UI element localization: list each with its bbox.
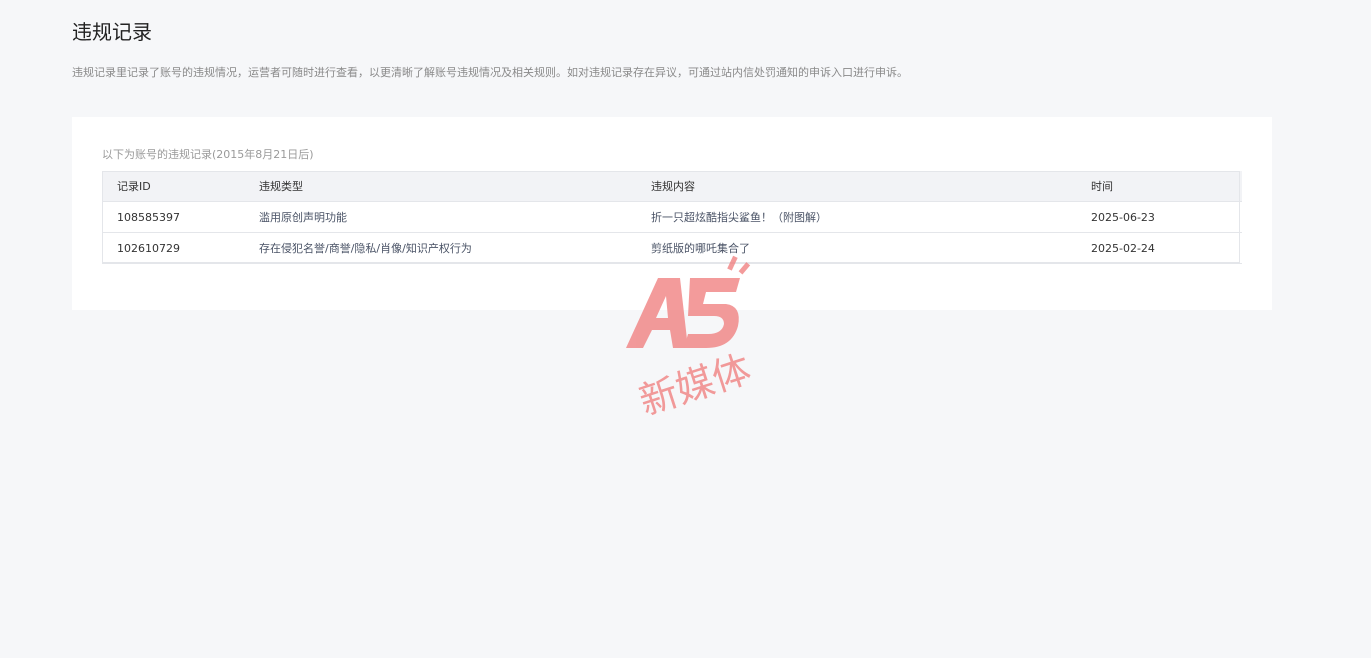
column-header-record-id: 记录ID [102, 171, 244, 202]
violation-type: 存在侵犯名誉/商誉/隐私/肖像/知识产权行为 [244, 232, 636, 264]
record-time: 2025-02-24 [1076, 232, 1242, 264]
record-time: 2025-06-23 [1076, 201, 1242, 233]
watermark-text: 新媒体 [634, 347, 756, 418]
column-header-violation-type: 违规类型 [244, 171, 636, 202]
violation-content-link[interactable]: 折一只超炫酷指尖鲨鱼！（附图解） [636, 201, 1076, 233]
column-header-violation-content: 违规内容 [636, 171, 1076, 202]
table-row: 108585397 滥用原创声明功能 折一只超炫酷指尖鲨鱼！（附图解） 2025… [102, 201, 1242, 233]
page-description: 违规记录里记录了账号的违规情况，运营者可随时进行查看，以更清晰了解账号违规情况及… [72, 66, 908, 79]
records-table: 记录ID 违规类型 违规内容 时间 108585397 滥用原创声明功能 折一只… [102, 171, 1242, 264]
table-header-row: 记录ID 违规类型 违规内容 时间 [102, 171, 1242, 202]
violation-records-page: 违规记录 违规记录里记录了账号的违规情况，运营者可随时进行查看，以更清晰了解账号… [0, 0, 1371, 658]
records-card: 以下为账号的违规记录(2015年8月21日后) 记录ID 违规类型 违规内容 时… [72, 117, 1272, 310]
record-id: 108585397 [102, 201, 244, 233]
record-id: 102610729 [102, 232, 244, 264]
page-title: 违规记录 [72, 20, 152, 44]
records-caption: 以下为账号的违规记录(2015年8月21日后) [102, 148, 314, 161]
violation-type: 滥用原创声明功能 [244, 201, 636, 233]
table-row: 102610729 存在侵犯名誉/商誉/隐私/肖像/知识产权行为 剪纸版的哪吒集… [102, 232, 1242, 264]
violation-content-link[interactable]: 剪纸版的哪吒集合了 [636, 232, 1076, 264]
column-header-time: 时间 [1076, 171, 1242, 202]
